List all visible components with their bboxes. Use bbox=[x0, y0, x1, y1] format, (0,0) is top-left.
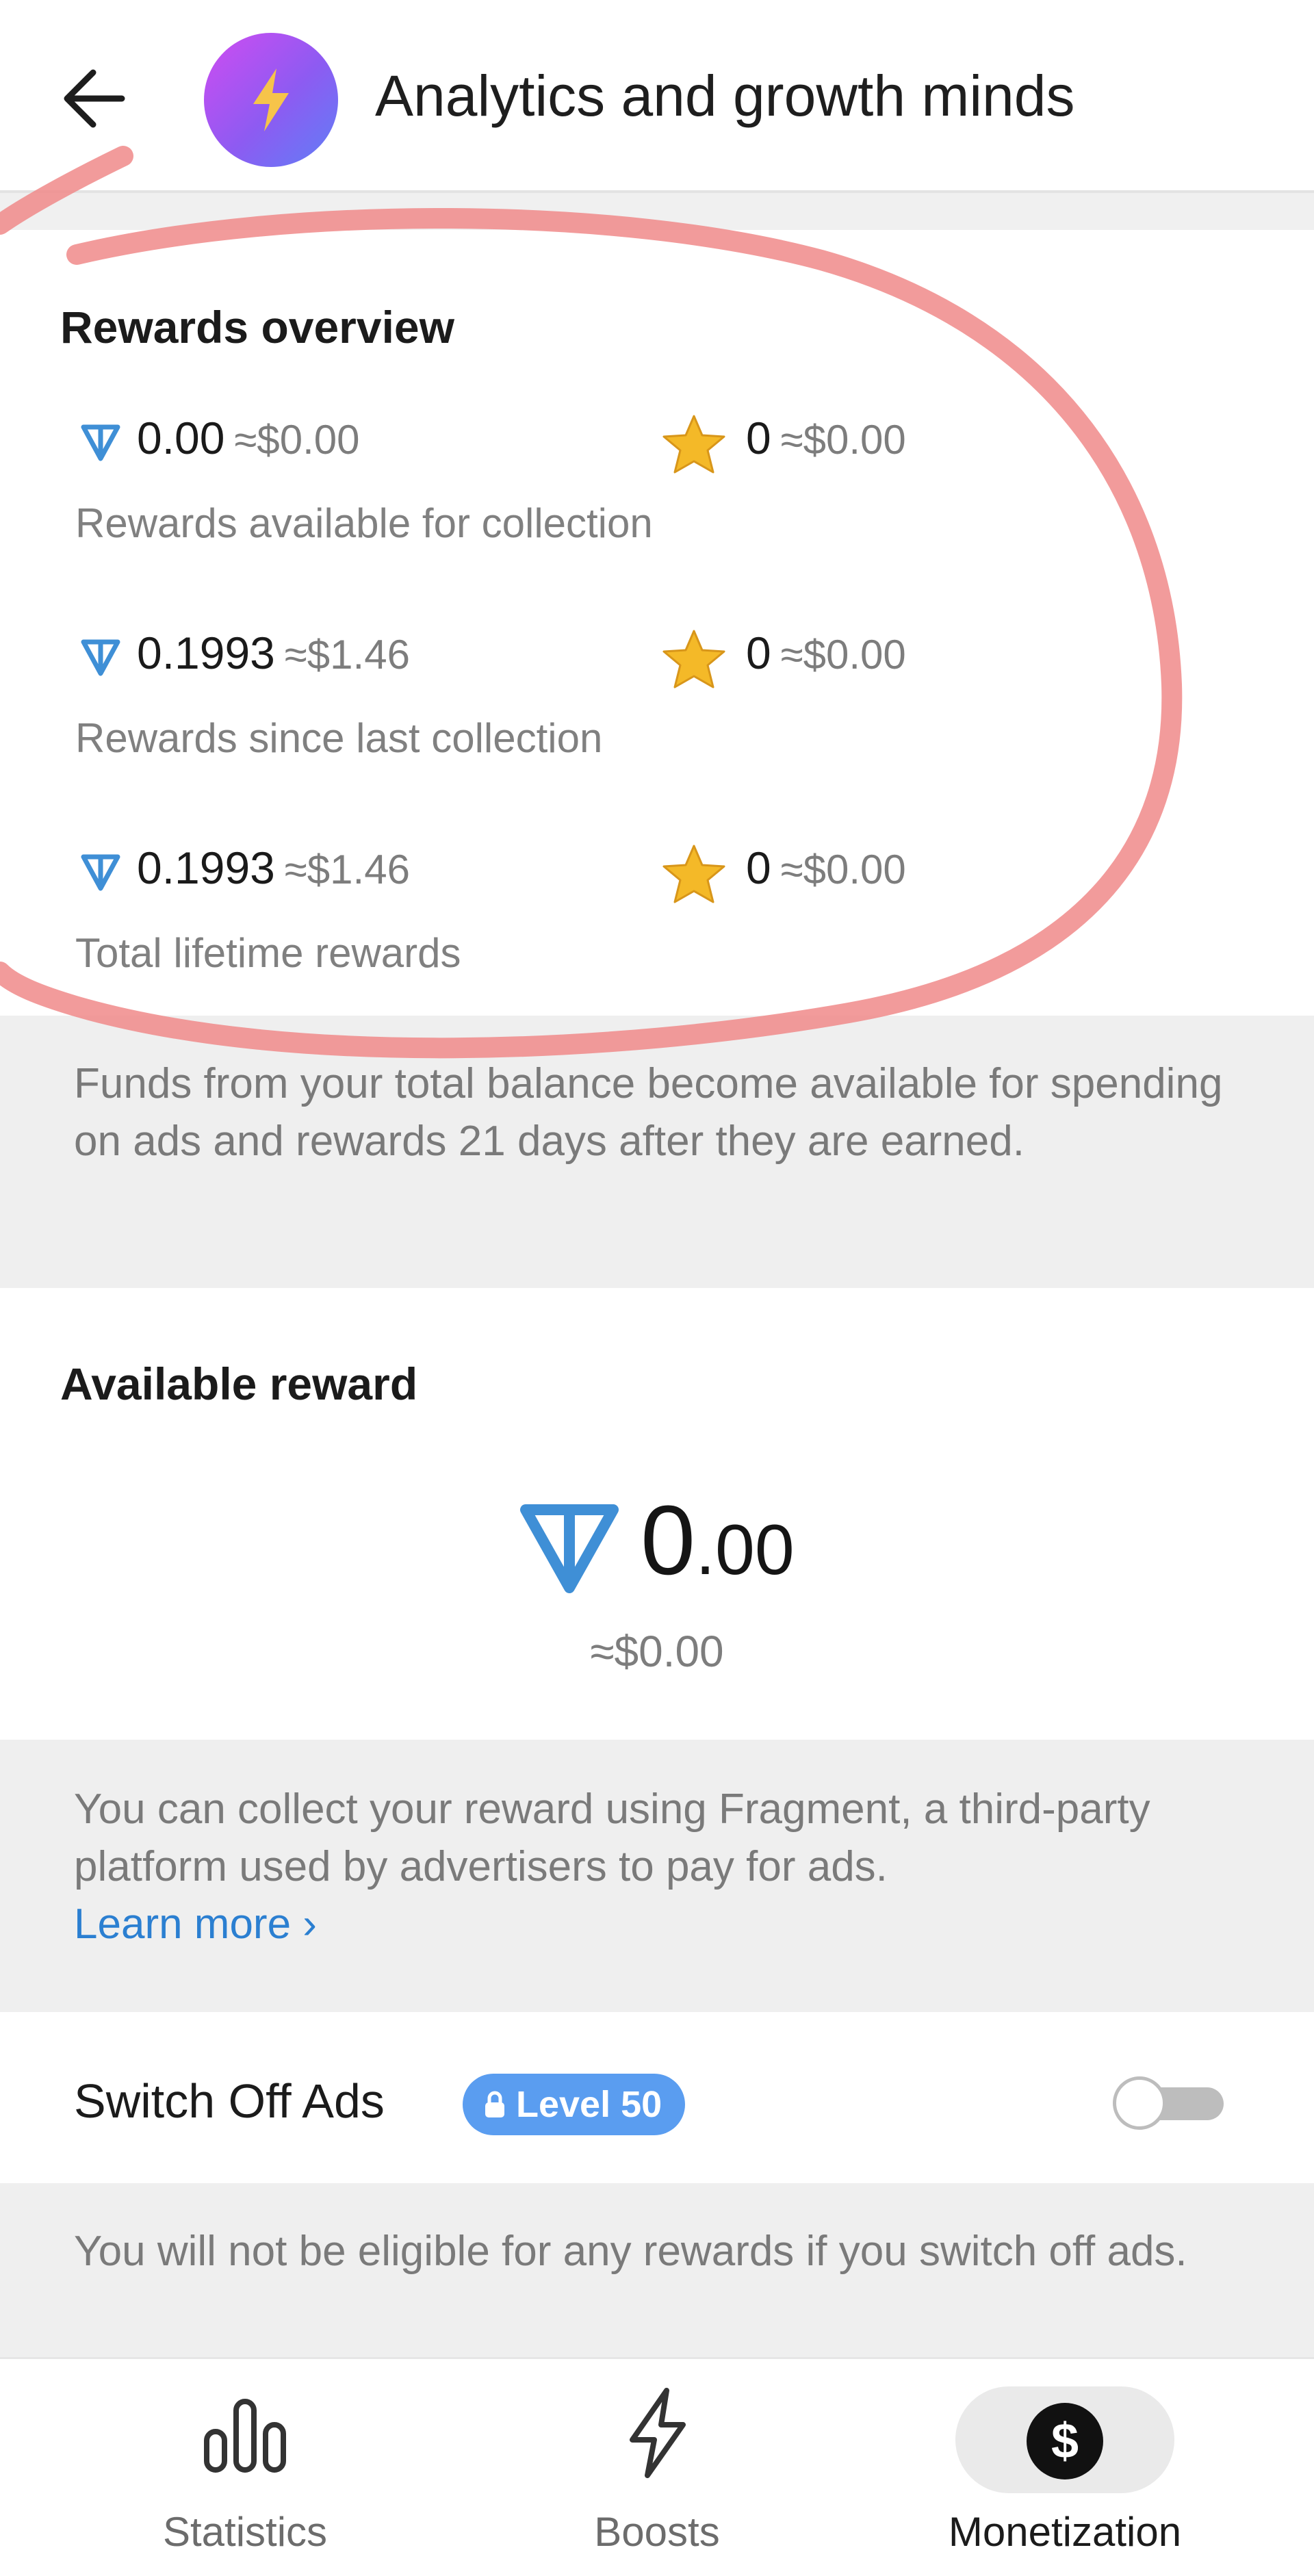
dollar-circle-icon: $ bbox=[1027, 2403, 1103, 2480]
bar-chart-icon bbox=[204, 2399, 286, 2473]
tab-statistics[interactable]: Statistics bbox=[88, 2359, 402, 2576]
learn-more-link[interactable]: Learn more › bbox=[74, 1901, 317, 1948]
switch-off-ads-toggle[interactable] bbox=[1113, 2076, 1226, 2130]
reward-row-label: Rewards available for collection bbox=[75, 500, 653, 546]
switch-off-ads-note: You will not be eligible for any rewards… bbox=[0, 2183, 1314, 2357]
ton-icon bbox=[81, 639, 120, 676]
star-icon bbox=[662, 415, 725, 474]
balance-info-text: Funds from your total balance become ava… bbox=[74, 1060, 1223, 1165]
tab-label: Monetization bbox=[948, 2509, 1182, 2555]
switch-off-ads-text: You will not be eligible for any rewards… bbox=[74, 2228, 1187, 2275]
bottom-navigation: Statistics Boosts $ Monetization bbox=[0, 2357, 1314, 2576]
tab-monetization[interactable]: $ Monetization bbox=[907, 2359, 1222, 2576]
ton-icon bbox=[81, 424, 120, 461]
fragment-info-note: You can collect your reward using Fragme… bbox=[0, 1740, 1314, 2012]
star-icon bbox=[662, 845, 725, 903]
lightning-outline-icon bbox=[630, 2388, 686, 2478]
reward-row-label: Rewards since last collection bbox=[75, 715, 603, 761]
toggle-knob bbox=[1113, 2076, 1166, 2130]
title-fade bbox=[1068, 62, 1150, 137]
rewards-overview-heading: Rewards overview bbox=[60, 302, 454, 352]
lock-icon bbox=[485, 2091, 504, 2117]
lightning-icon bbox=[253, 68, 289, 131]
stars-amount: 0 ≈$0.00 bbox=[746, 628, 906, 678]
page-title: Analytics and growth minds bbox=[375, 64, 1075, 128]
reward-row-available: 0.00 ≈$0.00 0 ≈$0.00 bbox=[0, 411, 1314, 486]
channel-avatar[interactable] bbox=[204, 33, 338, 167]
fragment-info-text: You can collect your reward using Fragme… bbox=[74, 1786, 1150, 1948]
available-reward-heading: Available reward bbox=[60, 1358, 418, 1409]
available-reward-usd: ≈$0.00 bbox=[590, 1627, 724, 1676]
svg-text:$: $ bbox=[1051, 2414, 1079, 2469]
available-reward-amount: 0.00 bbox=[641, 1485, 795, 1595]
ton-amount: 0.1993 ≈$1.46 bbox=[137, 842, 410, 893]
star-icon bbox=[662, 630, 725, 688]
ton-amount: 0.00 ≈$0.00 bbox=[137, 413, 360, 463]
ton-icon-large bbox=[520, 1504, 619, 1593]
switch-off-ads-label: Switch Off Ads bbox=[74, 2074, 385, 2128]
top-bar: Analytics and growth minds bbox=[0, 0, 1314, 193]
back-arrow-icon[interactable] bbox=[59, 67, 127, 130]
reward-row-since-last: 0.1993 ≈$1.46 0 ≈$0.00 bbox=[0, 626, 1314, 701]
tab-label: Boosts bbox=[594, 2509, 720, 2555]
rewards-overview-section: Rewards overview 0.00 ≈$0.00 0 ≈$0.00 Rewa… bbox=[0, 230, 1314, 1016]
reward-row-lifetime: 0.1993 ≈$1.46 0 ≈$0.00 bbox=[0, 840, 1314, 916]
stars-amount: 0 ≈$0.00 bbox=[746, 842, 906, 893]
level-badge: Level 50 bbox=[463, 2074, 686, 2135]
balance-info-note: Funds from your total balance become ava… bbox=[0, 1016, 1314, 1288]
tab-boosts[interactable]: Boosts bbox=[500, 2359, 814, 2576]
reward-row-label: Total lifetime rewards bbox=[75, 930, 461, 976]
ton-amount: 0.1993 ≈$1.46 bbox=[137, 628, 410, 678]
ton-icon bbox=[81, 854, 120, 891]
tab-label: Statistics bbox=[162, 2509, 328, 2555]
stars-amount: 0 ≈$0.00 bbox=[746, 413, 906, 463]
